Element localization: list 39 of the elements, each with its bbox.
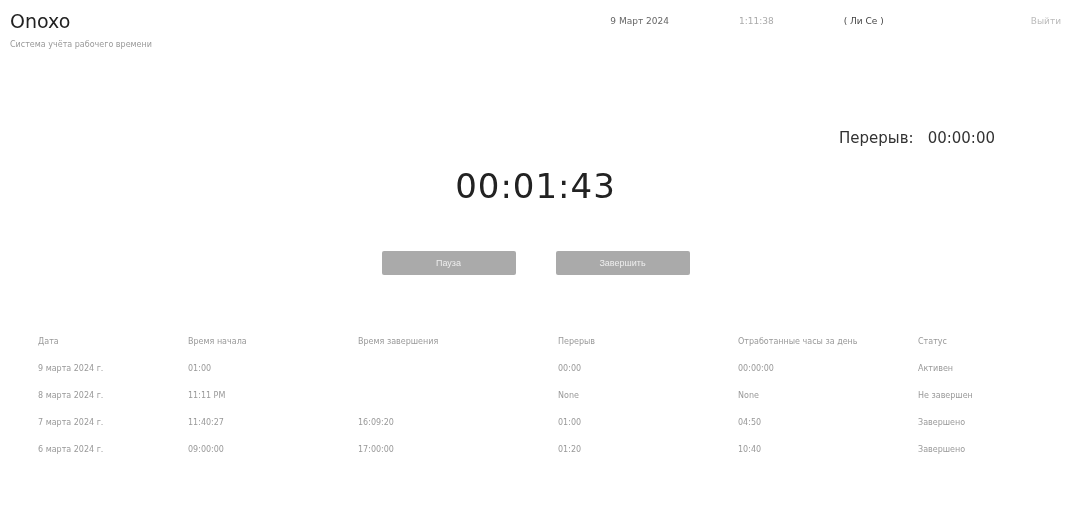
table-cell-text: 04:50 bbox=[738, 418, 763, 429]
table-cell-text: 8 марта 2024 г. bbox=[38, 391, 105, 402]
logo: Onoxo bbox=[10, 10, 71, 32]
table-cell-text: 00:00:00 bbox=[738, 364, 775, 375]
column-header: Время начала bbox=[188, 337, 248, 348]
table-cell-text: Завершено bbox=[918, 445, 967, 456]
table-cell-text: 7 марта 2024 г. bbox=[38, 418, 105, 429]
table-cell-text: 11:40:27 bbox=[188, 418, 225, 429]
column-header: Дата bbox=[38, 337, 60, 348]
subtitle: Система учёта рабочего времени bbox=[10, 40, 152, 49]
break-label: Перерыв: bbox=[839, 129, 914, 147]
table-cell-text: None bbox=[558, 391, 580, 402]
user-name: ( Ли Се ) bbox=[843, 16, 884, 26]
break-timer: 00:00:00 bbox=[927, 129, 995, 147]
table-cell-text: None bbox=[738, 391, 760, 402]
logout-link[interactable]: Выйти bbox=[1030, 16, 1061, 26]
finish-button[interactable]: Завершить bbox=[555, 251, 690, 275]
table-cell-text: 6 марта 2024 г. bbox=[38, 445, 105, 456]
column-header: Статус bbox=[918, 337, 948, 348]
table-cell-text: 10:40 bbox=[738, 445, 763, 456]
table-cell-text: 17:00:00 bbox=[358, 445, 395, 456]
table-cell-text: 00:00 bbox=[558, 364, 583, 375]
table-cell-text: Активен bbox=[918, 364, 955, 375]
table-cell-text: 11:11 PM bbox=[188, 391, 227, 402]
table-cell-text: 01:20 bbox=[558, 445, 583, 456]
column-header: Время завершения bbox=[358, 337, 440, 348]
table-cell-text: 9 марта 2024 г. bbox=[38, 364, 105, 375]
table-cell-text: 09:00:00 bbox=[188, 445, 225, 456]
column-header: Отработанные часы за день bbox=[738, 337, 859, 348]
table-cell-text: Завершено bbox=[918, 418, 967, 429]
clock-text: 1:11:38 bbox=[738, 16, 774, 26]
table-cell-text: 16:09:20 bbox=[358, 418, 395, 429]
column-header: Перерыв bbox=[558, 337, 597, 348]
table-cell-text: Не завершен bbox=[918, 391, 974, 402]
pause-button[interactable]: Пауза bbox=[381, 251, 516, 275]
table-cell-text: 01:00 bbox=[558, 418, 583, 429]
work-timer: 00:01:43 bbox=[455, 166, 616, 206]
date-text: 9 Март 2024 bbox=[610, 16, 669, 26]
table-cell-text: 01:00 bbox=[188, 364, 213, 375]
